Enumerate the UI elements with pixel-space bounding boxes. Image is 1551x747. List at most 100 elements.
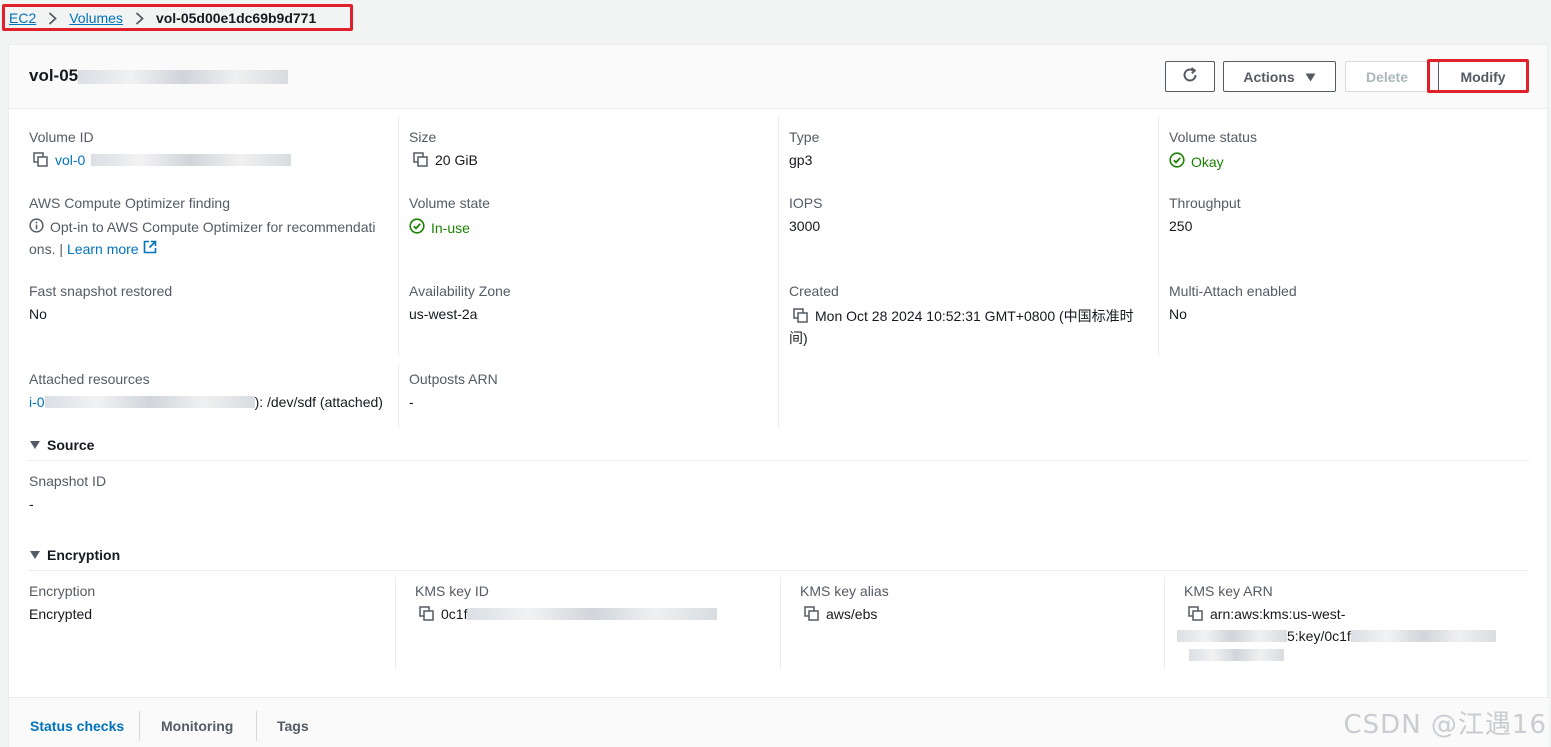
column-divider — [1158, 117, 1159, 355]
redacted-block — [1189, 649, 1284, 661]
created-text: Mon Oct 28 2024 10:52:31 GMT+0800 (中国标准时 — [815, 308, 1134, 324]
caret-down-icon — [29, 437, 41, 453]
multi-attach-label: Multi-Attach enabled — [1169, 283, 1297, 299]
column-divider — [780, 577, 781, 669]
encryption-heading: Encryption — [47, 547, 121, 563]
source-section-toggle[interactable]: Source — [29, 437, 94, 453]
multi-attach-value: No — [1169, 306, 1187, 322]
fast-snapshot-label: Fast snapshot restored — [29, 283, 173, 299]
volume-state-text: In-use — [431, 219, 470, 236]
caret-down-icon — [1305, 69, 1316, 85]
copy-icon[interactable] — [419, 606, 435, 622]
volume-id-value: vol-0 — [33, 152, 292, 168]
kms-key-arn-label: KMS key ARN — [1184, 583, 1273, 599]
outposts-arn-value: - — [409, 394, 414, 410]
page-title: vol-05 — [29, 66, 289, 86]
encryption-label: Encryption — [29, 583, 96, 599]
fast-snapshot-value: No — [29, 306, 47, 322]
redacted-block — [1350, 630, 1496, 642]
copy-icon[interactable] — [33, 152, 49, 168]
divider — [29, 460, 1529, 461]
optimizer-text: Opt-in to AWS Compute Optimizer for reco… — [50, 219, 376, 235]
throughput-label: Throughput — [1169, 195, 1241, 211]
created-value: Mon Oct 28 2024 10:52:31 GMT+0800 (中国标准时 — [793, 306, 1134, 326]
delete-label: Delete — [1365, 68, 1409, 85]
iops-label: IOPS — [789, 195, 823, 211]
detail-tabs: Status checks Monitoring Tags — [9, 697, 1549, 747]
tab-divider — [256, 711, 257, 741]
divider — [29, 570, 1529, 571]
size-value: 20 GiB — [413, 152, 478, 168]
type-label: Type — [789, 129, 820, 145]
external-link-icon[interactable] — [143, 240, 157, 257]
optimizer-text-line-2: ons. | Learn more — [29, 240, 157, 257]
watermark: CSDN @江遇16 — [1343, 710, 1547, 740]
az-label: Availability Zone — [409, 283, 511, 299]
copy-icon[interactable] — [1188, 606, 1204, 622]
iops-value: 3000 — [789, 218, 821, 234]
snapshot-id-label: Snapshot ID — [29, 473, 107, 489]
delete-button[interactable]: Delete — [1345, 61, 1429, 92]
modify-button[interactable]: Modify — [1438, 61, 1528, 92]
attached-instance-link[interactable]: i-0 — [29, 394, 45, 410]
created-label: Created — [789, 283, 839, 299]
kms-key-arn-value-cont: 5:key/0c1f — [1177, 628, 1496, 644]
encryption-value: Encrypted — [29, 606, 93, 622]
redacted-block — [78, 69, 289, 84]
optimizer-text-cont: ons. | — [29, 240, 63, 257]
column-divider — [395, 577, 396, 669]
kms-key-arn-text-cont: 5:key/0c1f — [1287, 628, 1351, 644]
redacted-block — [1177, 630, 1287, 642]
volume-status-value: Okay — [1169, 152, 1224, 171]
optimizer-text-line-1: Opt-in to AWS Compute Optimizer for reco… — [29, 218, 375, 236]
az-value: us-west-2a — [409, 306, 478, 322]
tab-monitoring[interactable]: Monitoring — [161, 718, 233, 734]
kms-key-arn-value: arn:aws:kms:us-west- — [1188, 606, 1345, 622]
volume-state-value: In-use — [409, 218, 470, 237]
redacted-block — [91, 154, 292, 166]
kms-key-id-text: 0c1f — [441, 606, 468, 622]
kms-key-alias-label: KMS key alias — [800, 583, 889, 599]
copy-icon[interactable] — [804, 606, 820, 622]
info-icon — [29, 218, 44, 236]
redacted-block — [467, 608, 718, 620]
attached-resources-value: i-0): /dev/sdf (attached) — [29, 394, 383, 410]
throughput-value: 250 — [1169, 218, 1193, 234]
attached-resources-label: Attached resources — [29, 371, 150, 387]
size-label: Size — [409, 129, 437, 145]
column-divider — [398, 365, 399, 427]
kms-key-id-value: 0c1f — [419, 606, 718, 622]
copy-icon[interactable] — [413, 152, 429, 168]
highlight-box — [2, 4, 353, 31]
created-value-cont: 间) — [789, 330, 808, 346]
actions-label: Actions — [1243, 68, 1295, 85]
caret-down-icon — [29, 547, 41, 563]
volume-state-label: Volume state — [409, 195, 490, 211]
snapshot-id-value: - — [29, 496, 34, 512]
column-divider — [398, 117, 399, 355]
check-circle-icon — [409, 218, 425, 237]
volume-id-link[interactable]: vol-0 — [55, 152, 85, 168]
kms-key-arn-text: arn:aws:kms:us-west- — [1210, 606, 1346, 622]
source-heading: Source — [47, 437, 95, 453]
column-divider — [1164, 577, 1165, 669]
outposts-arn-label: Outposts ARN — [409, 371, 498, 387]
copy-icon[interactable] — [793, 308, 809, 324]
learn-more-link[interactable]: Learn more — [67, 241, 139, 257]
encryption-section-toggle[interactable]: Encryption — [29, 547, 120, 563]
kms-key-id-label: KMS key ID — [415, 583, 489, 599]
volume-detail-panel: vol-05 Actions Delete Modify Volume ID v… — [8, 44, 1549, 747]
panel-header: vol-05 Actions Delete Modify — [9, 45, 1547, 109]
tab-status-checks[interactable]: Status checks — [30, 718, 124, 734]
kms-key-arn-value-cont2 — [1189, 649, 1284, 661]
kms-key-alias-text: aws/ebs — [826, 606, 878, 622]
refresh-button[interactable] — [1165, 61, 1215, 92]
volume-title-text: vol-05 — [29, 66, 79, 85]
optimizer-label: AWS Compute Optimizer finding — [29, 195, 230, 211]
actions-button[interactable]: Actions — [1223, 61, 1336, 92]
tab-tags[interactable]: Tags — [277, 718, 309, 734]
volume-id-label: Volume ID — [29, 129, 94, 145]
type-value: gp3 — [789, 152, 813, 168]
volume-status-label: Volume status — [1169, 129, 1257, 145]
volume-status-text: Okay — [1191, 153, 1224, 170]
